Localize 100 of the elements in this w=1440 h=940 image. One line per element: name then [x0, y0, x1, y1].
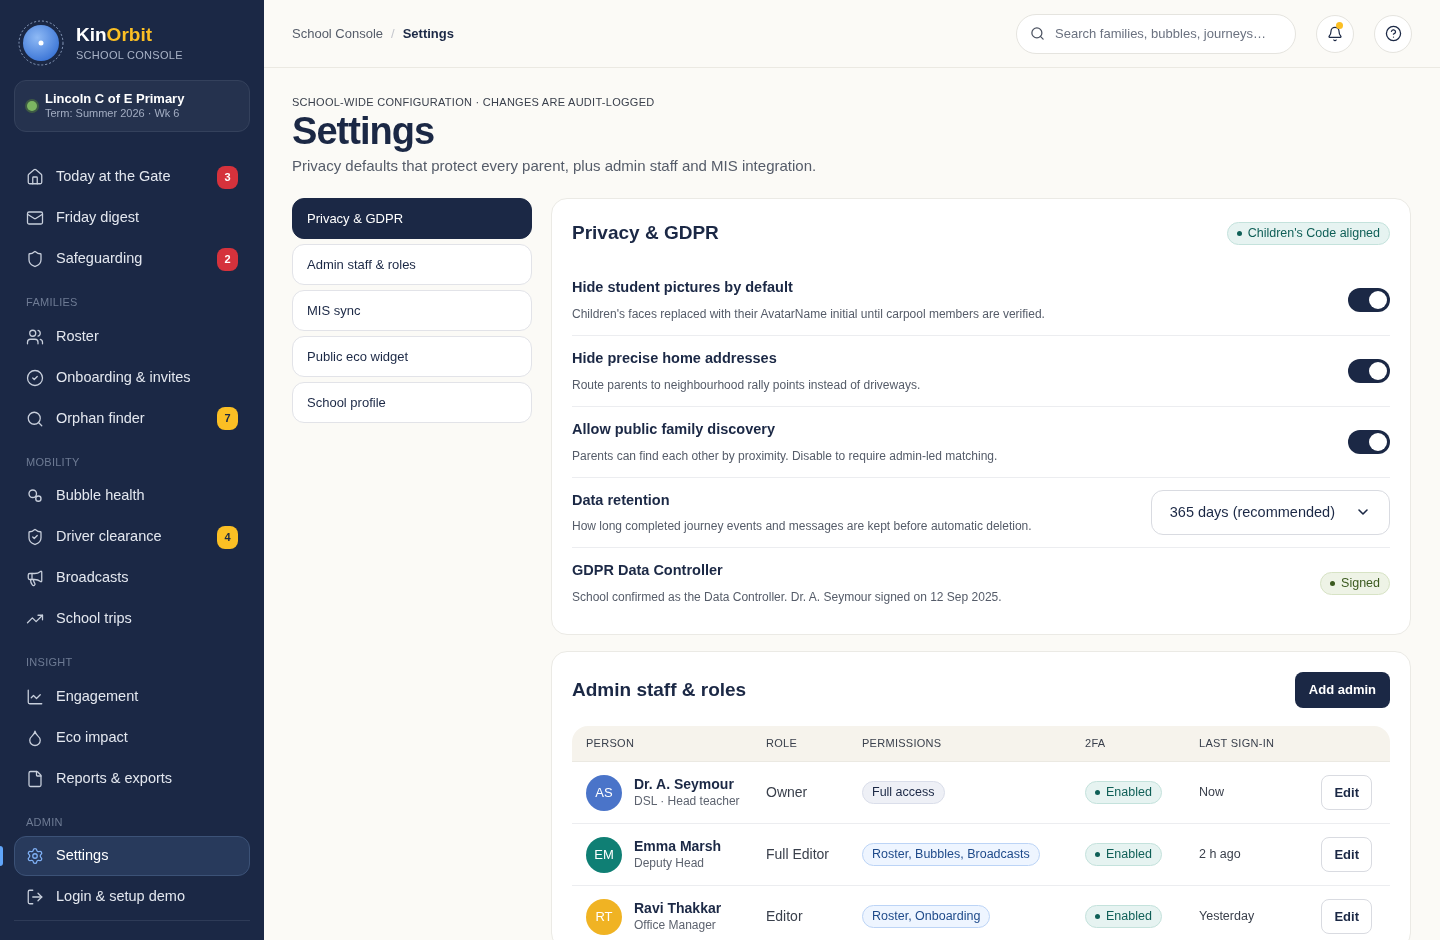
settings-tab[interactable]: Public eco widget [292, 335, 532, 377]
retention-select[interactable]: 365 days (recommended) [1150, 489, 1390, 535]
card-title: Admin staff & roles [572, 677, 747, 702]
settings-tab[interactable]: MIS sync [292, 289, 532, 331]
nav-item[interactable]: Driver clearance 4 [14, 517, 250, 557]
circles-icon [26, 487, 44, 505]
mail-icon [26, 209, 44, 227]
breadcrumb-separator: / [391, 24, 395, 43]
nav-section-title: FAMILIES [25, 295, 79, 310]
settings-tab[interactable]: Admin staff & roles [292, 243, 532, 285]
nav-item[interactable]: Bubble health [14, 476, 250, 516]
twofa-badge: Enabled [1085, 905, 1162, 929]
page-eyebrow: SCHOOL-WIDE CONFIGURATION · CHANGES ARE AUDIT-LOGGED [292, 95, 656, 110]
toggle-switch[interactable] [1348, 429, 1390, 454]
table-cell-text: Owner [766, 783, 808, 803]
permission-tag: Full access [862, 781, 945, 805]
count-badge: 7 [217, 407, 238, 430]
person-name: Dr. A. Seymour [634, 776, 735, 794]
twofa-badge: Enabled [1085, 781, 1162, 805]
column-header: PERSON [585, 736, 636, 752]
settings-tab[interactable]: School profile [292, 381, 532, 423]
help-icon [1384, 25, 1402, 42]
toggle-switch[interactable] [1348, 358, 1390, 383]
nav-item[interactable]: Roster [14, 316, 250, 357]
twofa-badge: Enabled [1085, 843, 1162, 867]
table-cell-text: Now [1199, 784, 1224, 802]
setting-title: Hide precise home addresses [572, 349, 778, 369]
nav-item[interactable]: Safeguarding 2 [14, 239, 250, 279]
nav-item[interactable]: Today at the Gate 3 [14, 157, 250, 197]
shield-check-icon [26, 528, 44, 546]
permission-tag: Roster, Onboarding [862, 905, 991, 929]
person-title: Deputy Head [634, 855, 706, 871]
breadcrumb-item: Settings [402, 24, 454, 43]
notifications-button[interactable] [1316, 14, 1354, 53]
nav-section-title: MOBILITY [25, 454, 81, 470]
brand-name: KinOrbit [76, 22, 153, 47]
page-title: Settings [292, 110, 436, 153]
shield-icon [26, 250, 44, 268]
setting-description: How long completed journey events and messages are kept before automatic deletion. [572, 518, 1032, 536]
toggle-switch[interactable] [1348, 288, 1390, 313]
setting-title: Hide student pictures by default [572, 278, 794, 298]
column-header: 2FA [1085, 736, 1107, 752]
nav-item[interactable]: School trips [14, 599, 250, 639]
nav-item[interactable]: Login & setup demo [14, 877, 250, 917]
column-header: LAST SIGN-IN [1199, 736, 1276, 752]
setting-title: Allow public family discovery [572, 419, 777, 439]
edit-button[interactable]: Edit [1321, 837, 1372, 873]
setting-description: Route parents to neighbourhood rally points instead of driveways. [572, 376, 921, 394]
page-subtitle: Privacy defaults that protect every parent, plus admin staff and MIS integration. [292, 156, 818, 177]
help-button[interactable] [1374, 14, 1412, 53]
nav-item[interactable]: Settings [14, 836, 250, 876]
school-card[interactable]: Lincoln C of E Primary Term: Summer 2026 · Wk 6 [14, 80, 250, 132]
edit-button[interactable]: Edit [1321, 775, 1372, 811]
logout-icon [26, 888, 44, 906]
compliance-badge: Children's Code aligned [1226, 221, 1390, 245]
nav-item[interactable]: Orphan finder 7 [14, 398, 250, 439]
avatar: EM [586, 836, 622, 873]
school-name: Lincoln C of E Primary [45, 91, 185, 108]
person-name: Ravi Thakkar [634, 900, 722, 918]
settings-tab[interactable]: Privacy & GDPR [292, 197, 532, 239]
table-cell-text: Full Editor [766, 845, 830, 865]
nav-item[interactable]: Eco impact [14, 717, 250, 758]
active-indicator [0, 846, 3, 866]
setting-description: Children's faces replaced with their AvatarName initial until carpool members are verified. [572, 306, 1045, 324]
users-icon [26, 327, 44, 346]
logo-icon [18, 20, 64, 66]
count-badge: 4 [217, 525, 238, 549]
add-admin-button[interactable]: Add admin [1294, 672, 1390, 709]
table-cell-text: Yesterday [1199, 908, 1255, 926]
brand-subtitle: SCHOOL CONSOLE [76, 47, 183, 63]
setting-title: GDPR Data Controller [572, 561, 724, 581]
status-badge: Signed [1320, 571, 1390, 595]
card-title: Privacy & GDPR [572, 220, 719, 245]
count-badge: 2 [217, 247, 238, 271]
search-icon [26, 409, 44, 428]
nav-item[interactable]: Engagement [14, 676, 250, 717]
search-icon [1030, 26, 1045, 41]
count-badge: 3 [217, 165, 238, 189]
nav-item[interactable]: Onboarding & invites [14, 357, 250, 398]
table-cell-text: Editor [766, 907, 803, 927]
table-cell-text: 2 h ago [1199, 846, 1241, 864]
setting-description: Parents can find each other by proximity. Disable to require admin-led matching. [572, 447, 998, 465]
megaphone-icon [26, 569, 44, 587]
settings-icon [26, 847, 44, 865]
avatar: AS [586, 774, 622, 811]
person-title: Office Manager [634, 917, 717, 933]
column-header: ROLE [766, 736, 799, 752]
nav-item[interactable]: Friday digest [14, 198, 250, 238]
nav-item[interactable]: Reports & exports [14, 758, 250, 799]
person-name: Emma Marsh [634, 838, 722, 856]
nav-item[interactable]: Broadcasts [14, 558, 250, 598]
column-header: PERMISSIONS [862, 736, 943, 752]
avatar: RT [586, 898, 622, 935]
permission-tag: Roster, Bubbles, Broadcasts [862, 843, 1040, 867]
breadcrumb-item[interactable]: School Console [292, 23, 384, 44]
bell-icon [1327, 25, 1343, 42]
person-title: DSL · Head teacher [634, 793, 740, 809]
edit-button[interactable]: Edit [1321, 899, 1372, 935]
setting-title: Data retention [572, 490, 671, 510]
search-field[interactable]: Search families, bubbles, journeys… [1016, 13, 1296, 54]
